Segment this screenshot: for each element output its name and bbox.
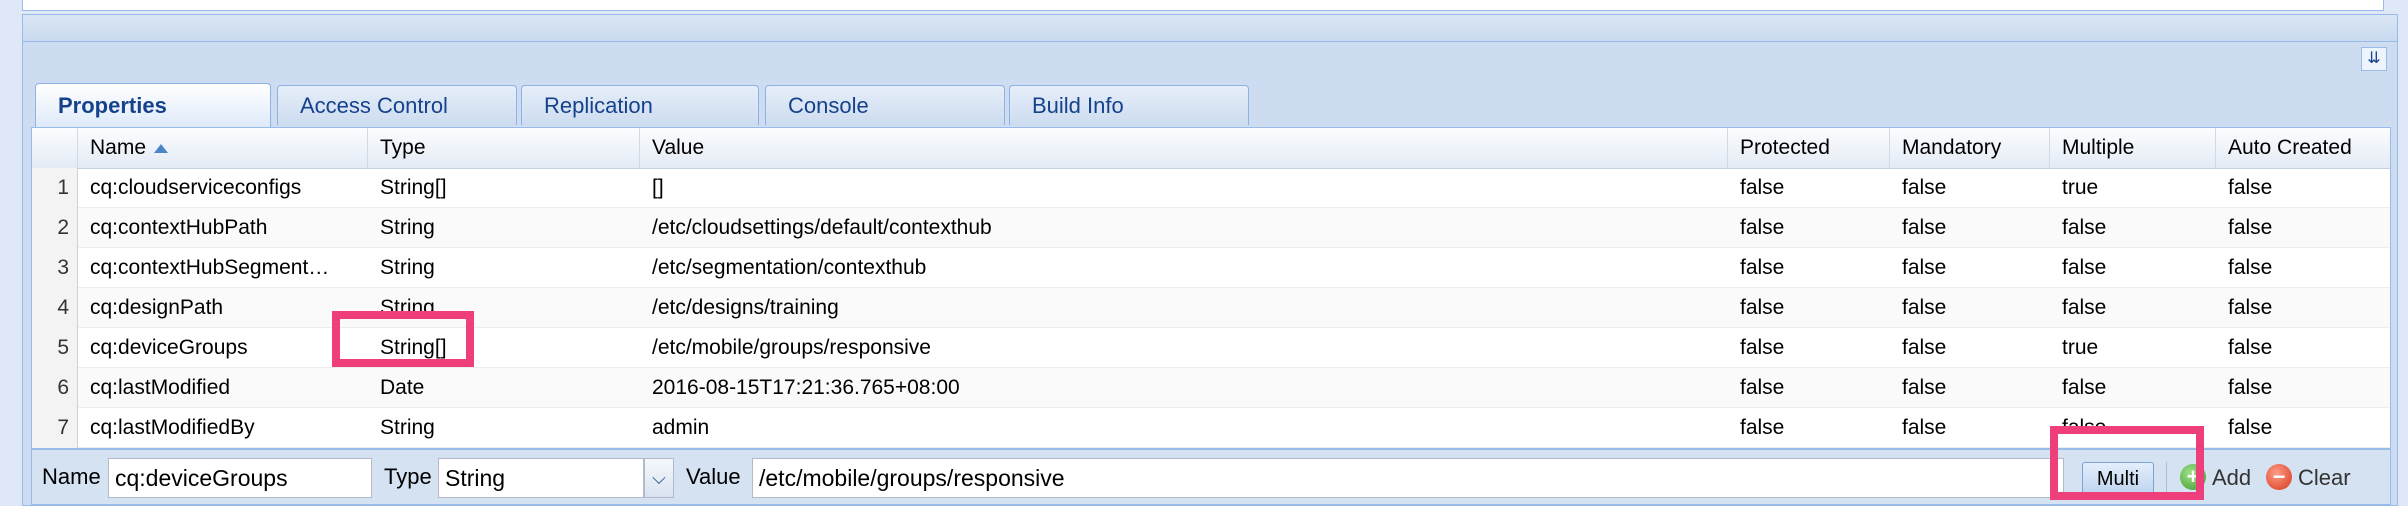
cell-protected: false: [1740, 176, 1785, 199]
cell-mandatory: false: [1902, 296, 1947, 319]
cell-mandatory: false: [1902, 336, 1947, 359]
cell-multiple: false: [2062, 216, 2107, 239]
column-header-mandatory[interactable]: Mandatory: [1890, 128, 2050, 168]
tab-strip: Properties Access Control Replication Co…: [31, 71, 2391, 128]
cell-protected: false: [1740, 296, 1785, 319]
type-select[interactable]: String: [438, 458, 644, 498]
cell-type: Date: [380, 376, 425, 399]
cell-name: cq:lastModified: [90, 376, 231, 399]
add-label: Add: [2212, 465, 2252, 490]
cell-type: String: [380, 256, 435, 279]
cell-auto-created: false: [2228, 256, 2273, 279]
table-row[interactable]: 3 cq:contextHubSegment… String/etc/segment…: [32, 248, 2390, 288]
cell-multiple: false: [2062, 376, 2107, 399]
name-label: Name: [42, 464, 101, 489]
cell-type: String: [380, 416, 435, 439]
cell-value: []: [652, 176, 664, 199]
table-row[interactable]: 2 cq:contextHubPath String/etc/cloudsettin…: [32, 208, 2390, 248]
row-number: 3: [32, 248, 78, 288]
cell-mandatory: false: [1902, 256, 1947, 279]
row-number: 5: [32, 328, 78, 368]
property-editor-bar: Name cq:deviceGroups Type String ⌵ Value…: [31, 449, 2391, 505]
value-input[interactable]: /etc/mobile/groups/responsive: [752, 458, 2064, 498]
sort-ascending-icon: [154, 143, 169, 153]
cell-auto-created: false: [2228, 336, 2273, 359]
panel-header: [23, 15, 2397, 42]
cell-protected: false: [1740, 216, 1785, 239]
column-header-value[interactable]: Value: [640, 128, 1728, 168]
cell-protected: false: [1740, 376, 1785, 399]
cell-auto-created: false: [2228, 216, 2273, 239]
cell-name: cq:contextHubPath: [90, 216, 268, 239]
tab-access-control[interactable]: Access Control: [277, 85, 517, 125]
tab-properties[interactable]: Properties: [35, 83, 271, 127]
tab-console[interactable]: Console: [765, 85, 1005, 125]
cell-name: cq:cloudserviceconfigs: [90, 176, 302, 199]
properties-grid: Name Type Value Protected Mandatory Mult…: [31, 127, 2391, 449]
column-header-type[interactable]: Type: [368, 128, 640, 168]
grid-header: Name Type Value Protected Mandatory Mult…: [32, 128, 2390, 169]
value-label: Value: [686, 464, 741, 489]
highlight-box-type: [332, 311, 474, 367]
chevron-down-icon[interactable]: ⌵: [644, 458, 674, 498]
cell-value: /etc/designs/training: [652, 296, 839, 319]
row-number: 4: [32, 288, 78, 328]
type-label: Type: [384, 464, 432, 489]
cell-value: admin: [652, 416, 710, 439]
clear-icon: −: [2266, 464, 2292, 491]
top-frame-inner: [22, 0, 2384, 11]
cell-name: cq:lastModifiedBy: [90, 416, 255, 439]
double-chevron-down-icon[interactable]: ⇊: [2361, 47, 2387, 71]
cell-auto-created: false: [2228, 376, 2273, 399]
cell-multiple: false: [2062, 256, 2107, 279]
cell-protected: false: [1740, 256, 1785, 279]
top-frame: [0, 0, 2408, 14]
cell-auto-created: false: [2228, 176, 2273, 199]
row-number: 7: [32, 408, 78, 448]
cell-mandatory: false: [1902, 376, 1947, 399]
highlight-box-multi: [2050, 426, 2204, 500]
cell-multiple: true: [2062, 176, 2099, 199]
cell-type: String: [380, 216, 435, 239]
tab-replication[interactable]: Replication: [521, 85, 759, 125]
cell-value: /etc/segmentation/contexthub: [652, 256, 927, 279]
row-number: 2: [32, 208, 78, 248]
column-header-auto-created[interactable]: Auto Created: [2216, 128, 2390, 168]
cell-mandatory: false: [1902, 416, 1947, 439]
cell-name: cq:designPath: [90, 296, 224, 319]
table-row[interactable]: 7 cq:lastModifiedBy String admin false false f…: [32, 408, 2390, 448]
row-number-header: [32, 128, 78, 168]
column-header-name[interactable]: Name: [78, 128, 368, 168]
cell-type: String[]: [380, 176, 447, 199]
column-header-protected[interactable]: Protected: [1728, 128, 1890, 168]
clear-label: Clear: [2298, 465, 2351, 490]
table-row[interactable]: 6 cq:lastModified Date 2016-08-15T17:21:36.…: [32, 368, 2390, 408]
cell-value: /etc/cloudsettings/default/contexthub: [652, 216, 992, 239]
cell-auto-created: false: [2228, 416, 2273, 439]
cell-auto-created: false: [2228, 296, 2273, 319]
cell-name: cq:contextHubSegment…: [90, 256, 330, 279]
cell-protected: false: [1740, 336, 1785, 359]
cell-value: 2016-08-15T17:21:36.765+08:00: [652, 376, 960, 399]
column-header-multiple[interactable]: Multiple: [2050, 128, 2216, 168]
row-number: 1: [32, 168, 78, 208]
table-row[interactable]: 1 cq:cloudserviceconfigs String[] [] false fa…: [32, 168, 2390, 208]
row-number: 6: [32, 368, 78, 408]
cell-multiple: true: [2062, 336, 2099, 359]
cell-multiple: false: [2062, 296, 2107, 319]
properties-panel: ⇊ Properties Access Control Replication …: [22, 14, 2398, 506]
cell-value: /etc/mobile/groups/responsive: [652, 336, 931, 359]
cell-name: cq:deviceGroups: [90, 336, 248, 359]
cell-mandatory: false: [1902, 176, 1947, 199]
tab-build-info[interactable]: Build Info: [1009, 85, 1249, 125]
clear-button[interactable]: − Clear: [2266, 460, 2351, 496]
name-input[interactable]: cq:deviceGroups: [108, 458, 372, 498]
cell-protected: false: [1740, 416, 1785, 439]
cell-mandatory: false: [1902, 216, 1947, 239]
